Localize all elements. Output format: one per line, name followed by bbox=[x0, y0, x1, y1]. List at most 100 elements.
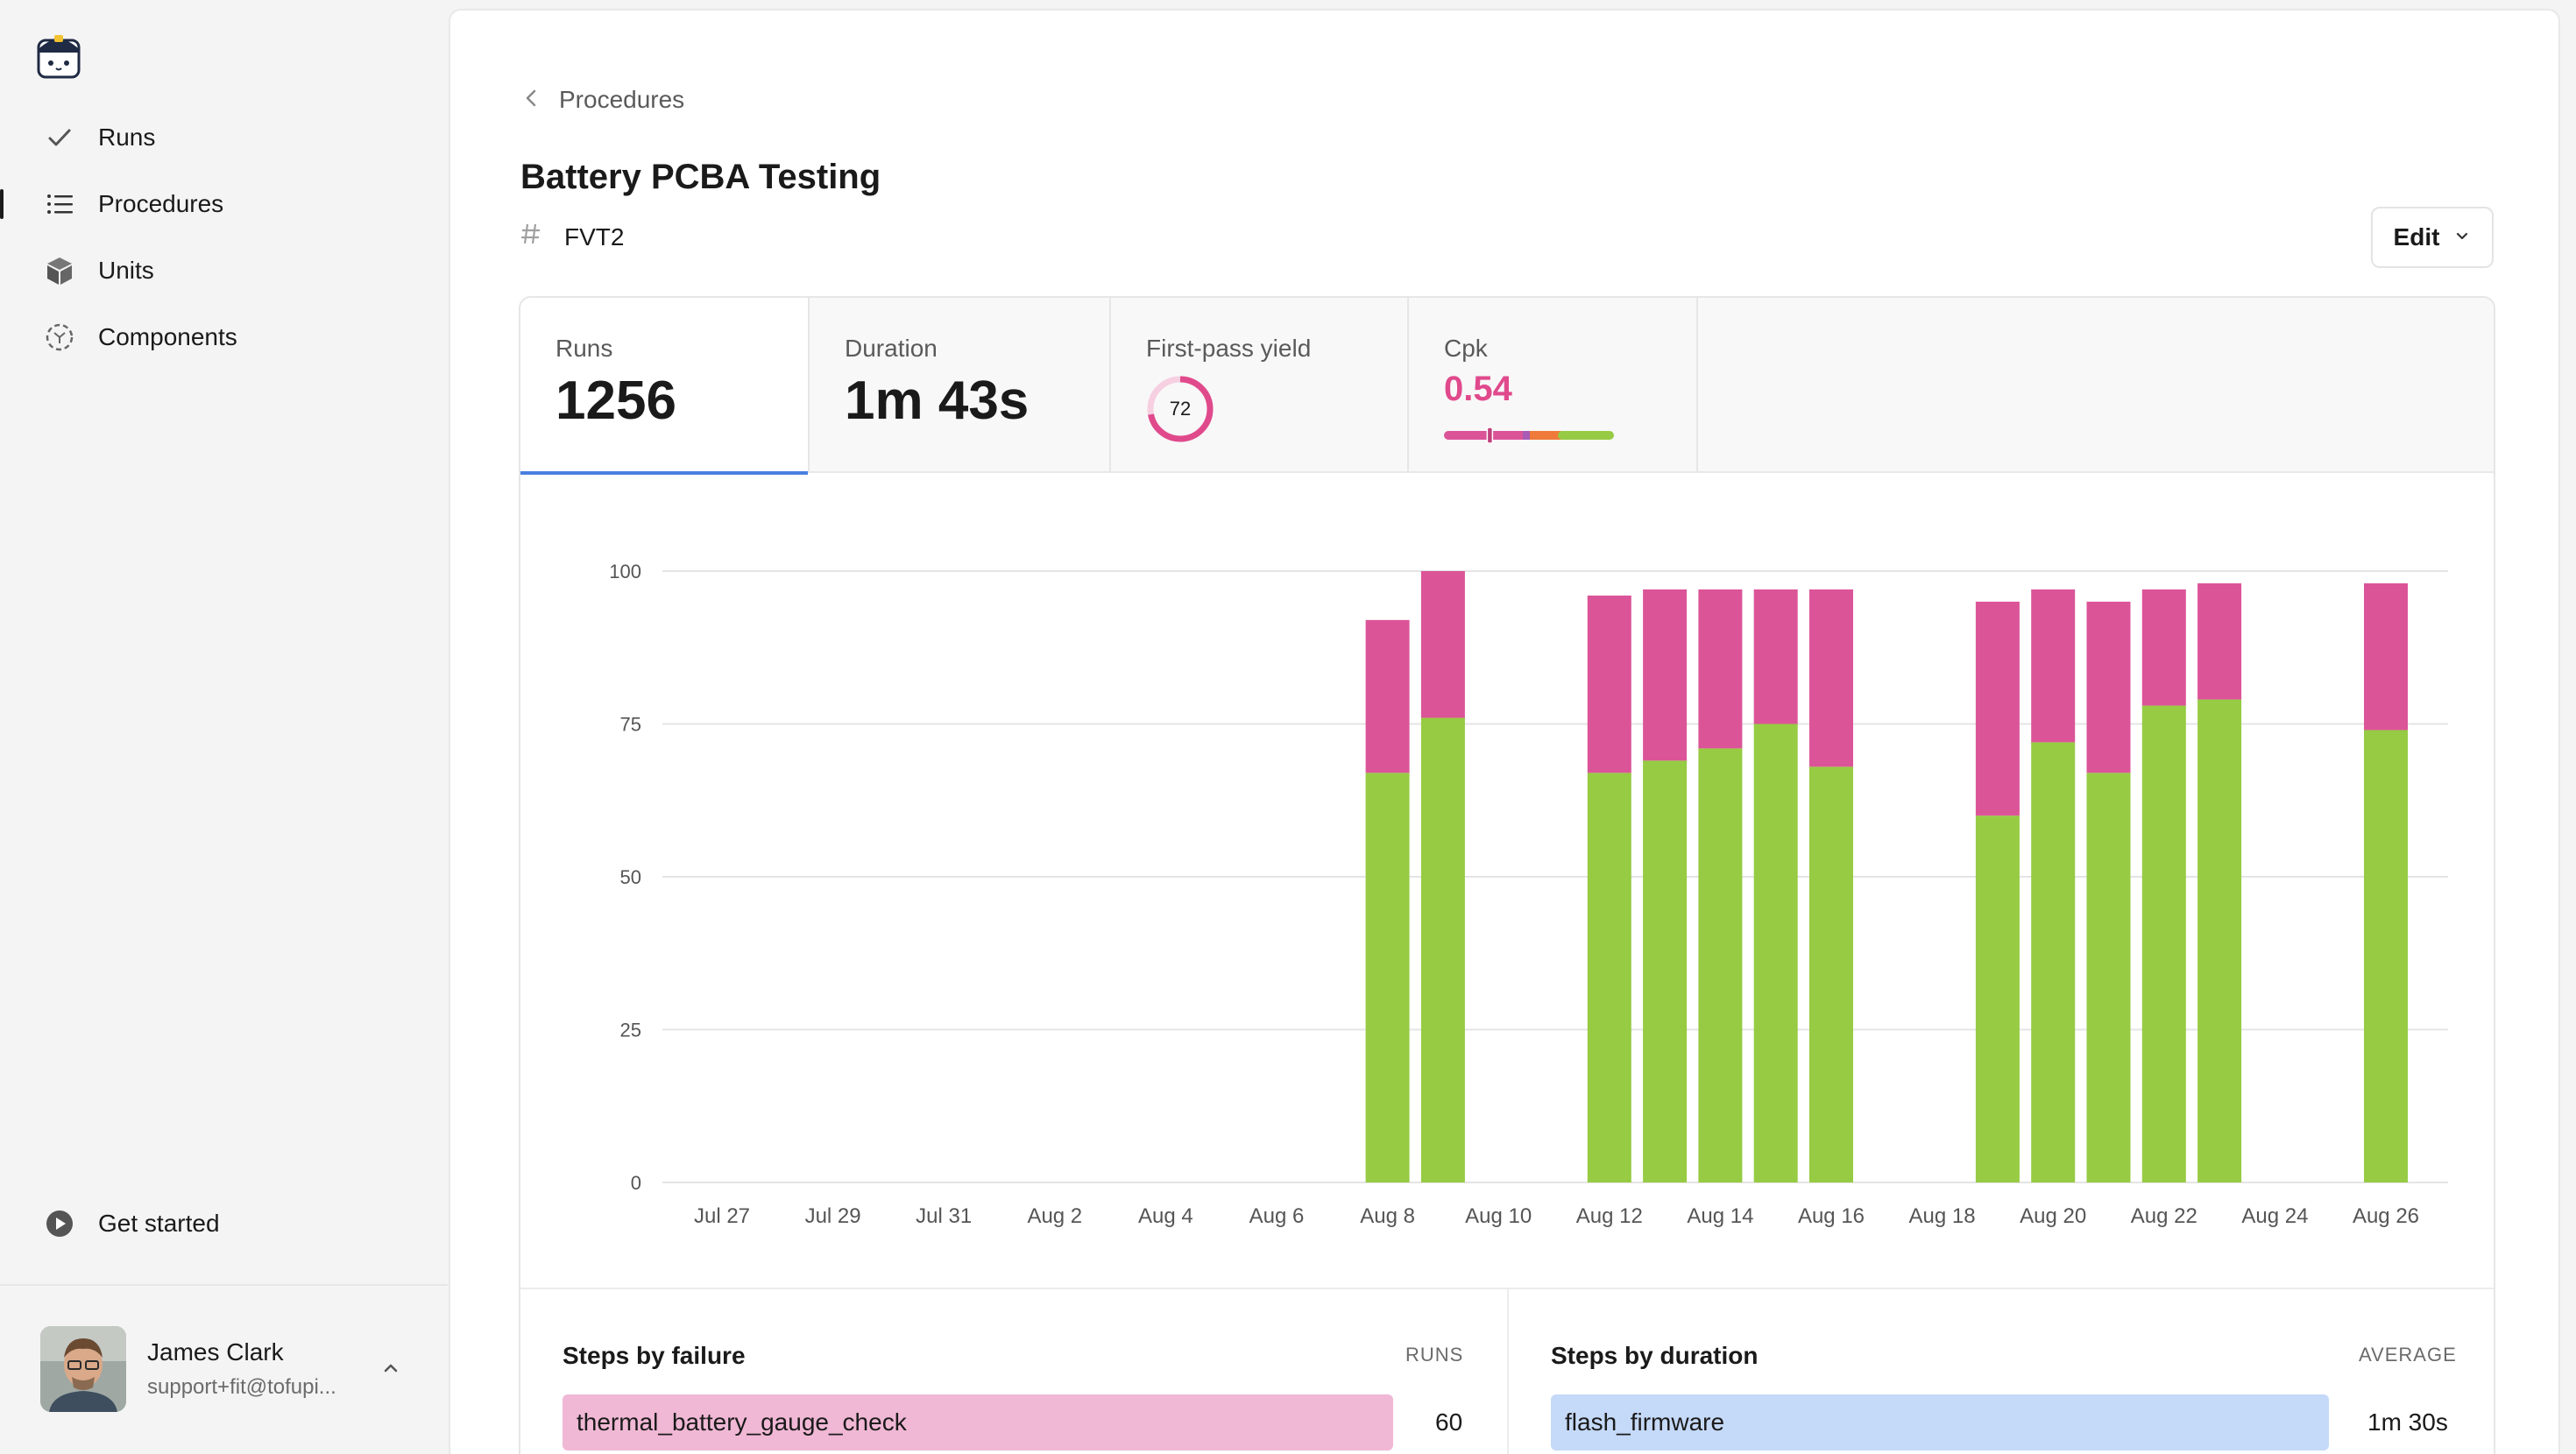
play-circle-icon bbox=[42, 1206, 77, 1241]
bar-fail[interactable] bbox=[2031, 589, 2076, 743]
procedure-card: Runs 1256 Duration 1m 43s First-pass yie… bbox=[519, 296, 2495, 1454]
bar-pass[interactable] bbox=[1975, 815, 2020, 1182]
x-tick-label: Aug 14 bbox=[1687, 1204, 1753, 1228]
user-menu[interactable]: James Clark support+fit@tofupi... bbox=[40, 1326, 417, 1414]
tab-duration[interactable]: Duration 1m 43s bbox=[810, 298, 1111, 473]
yield-value: 72 bbox=[1169, 398, 1192, 420]
breadcrumb[interactable]: Procedures bbox=[522, 86, 684, 114]
x-tick-label: Jul 29 bbox=[805, 1204, 861, 1228]
chevron-left-icon bbox=[522, 88, 540, 113]
x-tick-label: Aug 18 bbox=[1909, 1204, 1976, 1228]
bar-fail[interactable] bbox=[1975, 601, 2020, 816]
bar-fail[interactable] bbox=[1753, 589, 1798, 724]
y-tick-label: 50 bbox=[620, 866, 641, 888]
bar-fail[interactable] bbox=[1420, 571, 1465, 718]
section-divider bbox=[1507, 1289, 1509, 1454]
stat-value: 1m 43s bbox=[845, 371, 1030, 431]
bar-pass[interactable] bbox=[2141, 705, 2186, 1182]
get-started-link[interactable]: Get started bbox=[0, 1196, 448, 1251]
x-tick-label: Aug 6 bbox=[1249, 1204, 1305, 1228]
bar-pass[interactable] bbox=[2031, 742, 2076, 1182]
breadcrumb-label: Procedures bbox=[559, 86, 685, 113]
stat-label: Runs bbox=[556, 335, 613, 362]
stat-value: 1256 bbox=[556, 371, 676, 431]
component-icon bbox=[42, 320, 77, 355]
tab-first-pass-yield[interactable]: First-pass yield 72 bbox=[1111, 298, 1409, 473]
cpk-gauge bbox=[1444, 427, 1614, 443]
bar-fail[interactable] bbox=[1365, 619, 1410, 773]
bar-pass[interactable] bbox=[1365, 773, 1410, 1182]
x-tick-label: Aug 22 bbox=[2131, 1204, 2197, 1228]
sidebar-item-procedures[interactable]: Procedures bbox=[0, 177, 448, 231]
steps-by-duration-title: Steps by duration bbox=[1551, 1342, 1759, 1369]
sidebar-item-label: Runs bbox=[98, 124, 156, 151]
bar-fail[interactable] bbox=[1587, 595, 1631, 773]
sidebar-item-components[interactable]: Components bbox=[0, 310, 448, 364]
sidebar-item-units[interactable]: Units bbox=[0, 244, 448, 298]
tab-cpk[interactable]: Cpk 0.54 bbox=[1409, 298, 1698, 473]
x-tick-label: Jul 27 bbox=[694, 1204, 750, 1228]
y-tick-label: 75 bbox=[620, 714, 641, 736]
steps-by-failure-title: Steps by failure bbox=[563, 1342, 746, 1369]
bar-fail[interactable] bbox=[2364, 582, 2408, 731]
stat-label: First-pass yield bbox=[1146, 335, 1312, 362]
tag-label: FVT2 bbox=[564, 222, 625, 251]
x-tick-label: Aug 4 bbox=[1138, 1204, 1193, 1228]
runs-chart: 0 25 50 75 100 Jul 27 Jul 29 Jul 31 Aug 2 Aug 4 A… bbox=[609, 561, 2448, 1228]
bar-fail[interactable] bbox=[2197, 582, 2242, 700]
chevron-down-icon bbox=[2453, 227, 2471, 249]
get-started-label: Get started bbox=[98, 1210, 220, 1237]
cube-icon bbox=[42, 253, 77, 288]
sidebar-item-label: Procedures bbox=[98, 190, 224, 217]
bar-pass[interactable] bbox=[2197, 699, 2242, 1182]
stat-label: Cpk bbox=[1444, 335, 1488, 362]
x-tick-label: Aug 16 bbox=[1798, 1204, 1865, 1228]
stats-tabs: Runs 1256 Duration 1m 43s First-pass yie… bbox=[520, 298, 2494, 475]
check-icon bbox=[42, 120, 77, 155]
bar-pass[interactable] bbox=[1809, 766, 1853, 1182]
bar-pass[interactable] bbox=[1587, 773, 1631, 1182]
tab-runs[interactable]: Runs 1256 bbox=[520, 298, 810, 475]
bar-pass[interactable] bbox=[2364, 730, 2408, 1182]
user-email: support+fit@tofupi... bbox=[147, 1375, 336, 1399]
sidebar-item-runs[interactable]: Runs bbox=[0, 110, 448, 165]
x-tick-label: Aug 2 bbox=[1027, 1204, 1082, 1228]
bar-pass[interactable] bbox=[1753, 723, 1798, 1183]
x-tick-label: Aug 10 bbox=[1465, 1204, 1532, 1228]
stat-label: Duration bbox=[845, 335, 938, 362]
sidebar: Runs Procedures Units Components Get sta… bbox=[0, 0, 448, 1454]
edit-button[interactable]: Edit bbox=[2371, 207, 2494, 268]
sidebar-item-label: Units bbox=[98, 257, 154, 284]
failure-step-row[interactable]: thermal_battery_gauge_check bbox=[563, 1394, 1393, 1450]
average-column-header: AVERAGE bbox=[2359, 1344, 2457, 1366]
main-panel: Procedures Battery PCBA Testing FVT2 Edi… bbox=[449, 9, 2560, 1454]
chevron-up-icon bbox=[379, 1356, 403, 1380]
x-tick-label: Aug 12 bbox=[1576, 1204, 1643, 1228]
bar-pass[interactable] bbox=[1698, 748, 1743, 1182]
stat-value: 0.54 bbox=[1444, 370, 1512, 408]
page-title: Battery PCBA Testing bbox=[520, 158, 881, 196]
bar-fail[interactable] bbox=[1643, 589, 1688, 761]
y-tick-label: 0 bbox=[631, 1172, 641, 1194]
x-tick-label: Jul 31 bbox=[916, 1204, 972, 1228]
list-icon bbox=[42, 187, 77, 222]
duration-step-row[interactable]: flash_firmware bbox=[1551, 1394, 2329, 1450]
bar-pass[interactable] bbox=[1643, 760, 1688, 1182]
bar-pass[interactable] bbox=[1420, 717, 1465, 1182]
bar-fail[interactable] bbox=[1698, 589, 1743, 749]
bar-fail[interactable] bbox=[2141, 589, 2186, 706]
app-logo[interactable] bbox=[35, 28, 82, 79]
bar-fail[interactable] bbox=[2086, 601, 2131, 773]
failure-step-count: 60 bbox=[1435, 1408, 1463, 1436]
bar-fail[interactable] bbox=[1809, 589, 1853, 767]
x-tick-label: Aug 26 bbox=[2353, 1204, 2419, 1228]
sidebar-divider bbox=[0, 1284, 448, 1286]
y-tick-label: 100 bbox=[609, 561, 641, 582]
edit-label: Edit bbox=[2393, 223, 2440, 251]
x-tick-label: Aug 8 bbox=[1360, 1204, 1415, 1228]
runs-column-header: RUNS bbox=[1405, 1344, 1464, 1366]
duration-step-value: 1m 30s bbox=[2367, 1408, 2448, 1436]
hash-icon bbox=[520, 221, 541, 253]
bar-pass[interactable] bbox=[2086, 773, 2131, 1182]
steps-section: Steps by failure RUNS thermal_battery_ga… bbox=[520, 1288, 2494, 1454]
